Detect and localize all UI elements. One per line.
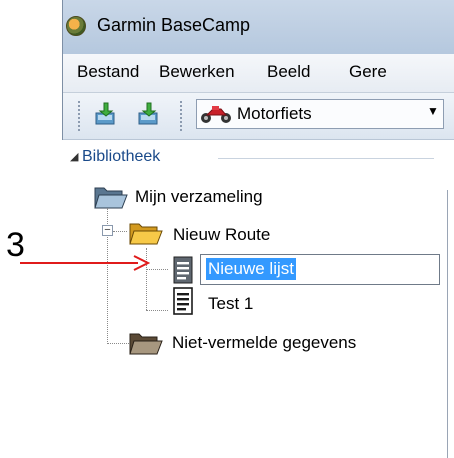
toolbar-grip[interactable]	[78, 101, 83, 131]
motorcycle-icon	[199, 104, 233, 124]
library-header[interactable]: Bibliotheek	[82, 148, 160, 166]
collapse-expander[interactable]: −	[102, 225, 113, 236]
panel-divider[interactable]	[447, 190, 448, 458]
route-folder-icon	[129, 220, 163, 246]
tree-connector	[146, 310, 168, 311]
tree-connector	[107, 343, 129, 344]
list-document-icon	[172, 256, 196, 284]
activity-profile-label: Motorfiets	[237, 104, 312, 123]
receive-from-device-icon[interactable]	[93, 101, 119, 127]
menu-beeld[interactable]: Beeld	[267, 62, 310, 82]
annotation-number: 3	[6, 226, 25, 264]
annotation-arrowhead-icon	[132, 254, 151, 272]
dropdown-arrow-icon[interactable]: ▼	[427, 104, 439, 118]
menu-gereedschap[interactable]: Gere	[349, 62, 387, 82]
tree-item-route[interactable]: Nieuw Route	[173, 225, 270, 245]
menu-bewerken[interactable]: Bewerken	[159, 62, 235, 82]
open-folder-icon	[94, 184, 128, 210]
send-to-device-icon[interactable]	[136, 101, 162, 127]
list-document-icon	[172, 287, 196, 315]
tree-connector	[113, 231, 127, 232]
tree-item-test-1[interactable]: Test 1	[208, 294, 253, 314]
window-title: Garmin BaseCamp	[97, 15, 251, 35]
tree-item-unlisted[interactable]: Niet-vermelde gegevens	[172, 333, 356, 353]
activity-profile-dropdown[interactable]	[196, 99, 444, 129]
collapse-triangle-icon[interactable]: ◢	[70, 150, 78, 163]
tree-item-mijn-verzameling[interactable]: Mijn verzameling	[135, 187, 263, 207]
menu-bestand[interactable]: Bestand	[77, 62, 139, 82]
library-header-rule	[218, 158, 434, 159]
garmin-app-icon[interactable]	[66, 16, 86, 36]
unlisted-folder-icon	[129, 330, 163, 356]
rename-input-selection[interactable]: Nieuwe lijst	[206, 258, 296, 280]
toolbar-grip-2[interactable]	[180, 101, 185, 131]
annotation-arrow-line	[20, 262, 138, 264]
